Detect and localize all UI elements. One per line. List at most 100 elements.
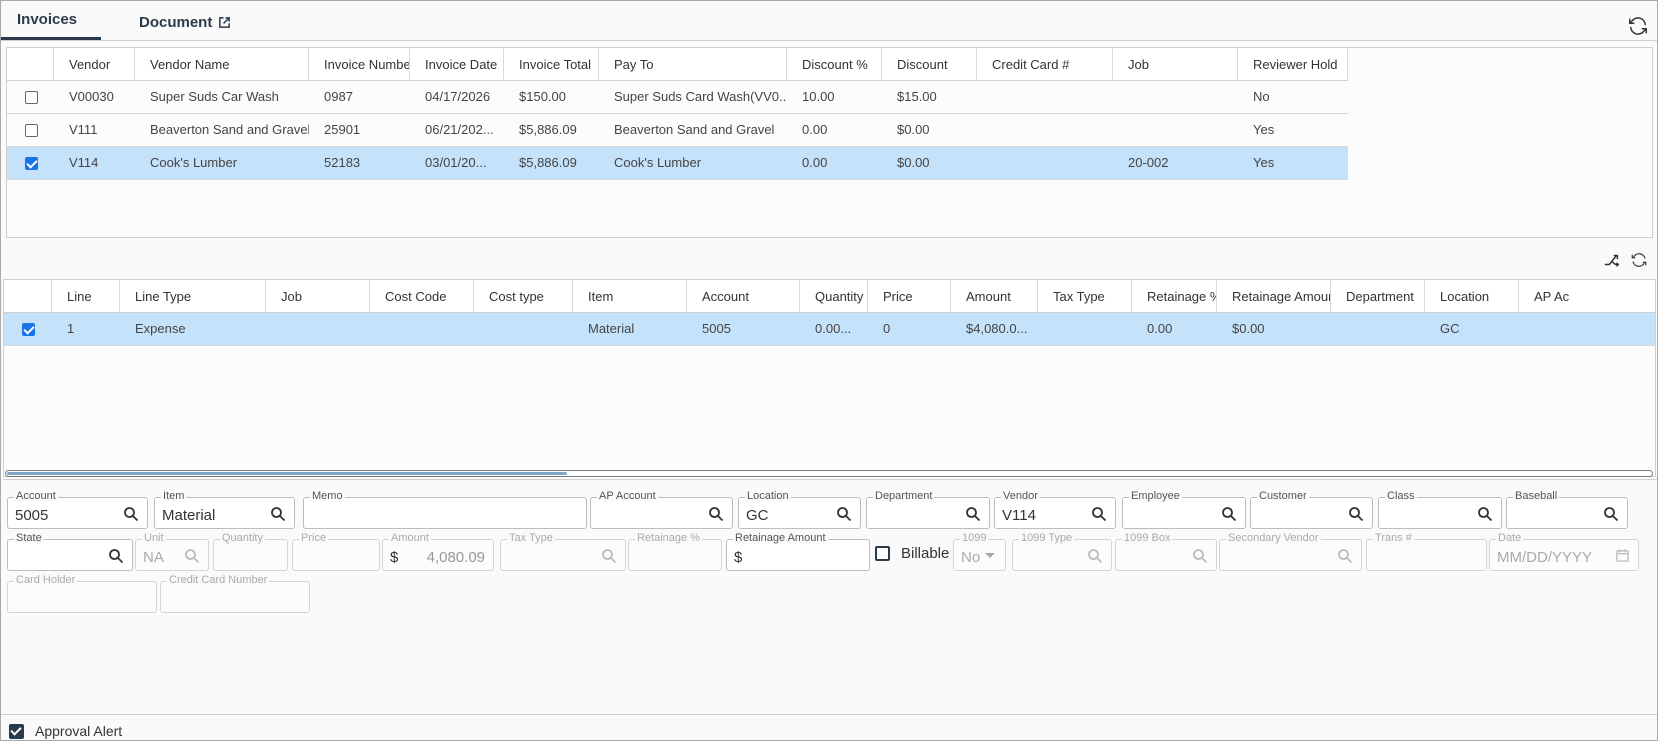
date-field[interactable]: Date MM/DD/YYYY [1489, 532, 1639, 571]
column-header[interactable]: Vendor [54, 48, 135, 81]
search-icon[interactable] [1221, 506, 1237, 525]
column-header[interactable]: Job [1113, 48, 1238, 81]
column-header[interactable]: AP Ac [1519, 280, 1655, 313]
sync-icon[interactable] [1629, 251, 1649, 272]
table-cell [977, 114, 1113, 146]
search-icon[interactable] [1087, 548, 1103, 567]
column-header[interactable]: Credit Card # [977, 48, 1113, 81]
column-header[interactable]: Line Type [120, 280, 266, 313]
department-field[interactable]: Department [866, 490, 990, 529]
column-header[interactable]: Invoice Date [410, 48, 504, 81]
price-field[interactable]: Price [292, 532, 380, 571]
f1099-box-field[interactable]: 1099 Box [1115, 532, 1217, 571]
item-field[interactable]: Item Material [154, 490, 295, 529]
billable-label: Billable [901, 545, 950, 562]
secondary-vendor-field[interactable]: Secondary Vendor [1219, 532, 1362, 571]
class-field[interactable]: Class [1378, 490, 1502, 529]
scrollbar-thumb[interactable] [7, 472, 567, 475]
column-header[interactable]: Line [52, 280, 120, 313]
search-icon[interactable] [1192, 548, 1208, 567]
vendor-field[interactable]: Vendor V114 [994, 490, 1116, 529]
tax-type-field[interactable]: Tax Type [500, 532, 626, 571]
location-field[interactable]: Location GC [738, 490, 861, 529]
search-icon[interactable] [184, 548, 200, 567]
f1099-type-field[interactable]: 1099 Type [1012, 532, 1112, 571]
state-field[interactable]: State [7, 532, 133, 571]
search-icon[interactable] [601, 548, 617, 567]
column-header[interactable]: Pay To [599, 48, 787, 81]
column-header[interactable]: Discount [882, 48, 977, 81]
table-cell: 04/17/2026 [425, 89, 491, 104]
column-header[interactable]: Cost Code [370, 280, 474, 313]
retainage-pct-field[interactable]: Retainage % [628, 532, 722, 571]
quantity-field[interactable]: Quantity [213, 532, 288, 571]
table-cell: V111 [69, 122, 98, 137]
column-header[interactable]: Retainage Amount [1217, 280, 1331, 313]
refresh-icon[interactable] [1627, 15, 1649, 40]
table-cell: Yes [1253, 155, 1275, 170]
column-header[interactable]: Price [868, 280, 951, 313]
employee-field[interactable]: Employee [1122, 490, 1246, 529]
search-icon[interactable] [123, 506, 139, 525]
row-checkbox[interactable] [22, 323, 35, 336]
unit-field-label: Unit [142, 532, 166, 544]
column-header[interactable]: Quantity [800, 280, 868, 313]
row-checkbox[interactable] [25, 91, 38, 104]
trans-field[interactable]: Trans # [1366, 532, 1487, 571]
chevron-down-icon[interactable] [985, 553, 995, 558]
date-field-placeholder: MM/DD/YYYY [1497, 549, 1593, 566]
table-row[interactable]: V111 Beaverton Sand and Gravel 25901 06/21/… [7, 114, 1348, 147]
horizontal-scrollbar[interactable] [5, 470, 1653, 477]
table-row[interactable]: 1 Expense Material 5005 0.00... 0 $4,080.0... 0… [4, 313, 1655, 346]
column-header[interactable]: Invoice Total [504, 48, 599, 81]
table-cell: 1 [67, 321, 75, 336]
customer-field[interactable]: Customer [1250, 490, 1373, 529]
column-header[interactable]: Item [573, 280, 687, 313]
line-grid-toolbar [1599, 251, 1649, 272]
search-icon[interactable] [1091, 506, 1107, 525]
search-icon[interactable] [270, 506, 286, 525]
column-header[interactable]: Discount % [787, 48, 882, 81]
retainage-amount-field[interactable]: Retainage Amount $ [726, 532, 870, 571]
column-header[interactable]: Vendor Name [135, 48, 309, 81]
split-icon[interactable] [1603, 251, 1621, 272]
column-header[interactable]: Location [1425, 280, 1519, 313]
baseball-field[interactable]: Baseball [1506, 490, 1628, 529]
column-header[interactable]: Cost type [474, 280, 573, 313]
search-icon[interactable] [1337, 548, 1353, 567]
column-header[interactable]: Tax Type [1038, 280, 1132, 313]
table-row[interactable]: V00030 Super Suds Car Wash 0987 04/17/2026 $… [7, 81, 1348, 114]
tab-invoices[interactable]: Invoices [17, 11, 77, 28]
credit-card-number-field[interactable]: Credit Card Number [160, 574, 310, 613]
calendar-icon[interactable] [1615, 548, 1630, 566]
unit-field[interactable]: Unit NA [135, 532, 209, 571]
amount-field[interactable]: Amount $4,080.09 [382, 532, 494, 571]
search-icon[interactable] [836, 506, 852, 525]
tab-document[interactable]: Document [139, 14, 231, 31]
f1099-field[interactable]: 1099 No [953, 532, 1006, 571]
search-icon[interactable] [108, 548, 124, 567]
search-icon[interactable] [1477, 506, 1493, 525]
search-icon[interactable] [1348, 506, 1364, 525]
row-checkbox[interactable] [25, 157, 38, 170]
column-header[interactable]: Retainage % [1132, 280, 1217, 313]
column-header[interactable]: Amount [951, 280, 1038, 313]
column-header[interactable]: Account [687, 280, 800, 313]
column-header[interactable]: Reviewer Hold [1238, 48, 1348, 81]
billable-box[interactable] [875, 546, 890, 561]
account-field[interactable]: Account 5005 [7, 490, 148, 529]
card-holder-field[interactable]: Card Holder [7, 574, 157, 613]
column-header[interactable]: Job [266, 280, 370, 313]
table-row[interactable]: V114 Cook's Lumber 52183 03/01/20... $5,886.… [7, 147, 1348, 180]
approval-alert-checkbox[interactable] [9, 724, 24, 739]
ap-account-field[interactable]: AP Account [590, 490, 733, 529]
column-header[interactable]: Invoice Number [309, 48, 410, 81]
price-field-label: Price [299, 532, 329, 544]
table-cell [977, 81, 1113, 113]
column-header[interactable]: Department [1331, 280, 1425, 313]
row-checkbox[interactable] [25, 124, 38, 137]
search-icon[interactable] [708, 506, 724, 525]
search-icon[interactable] [965, 506, 981, 525]
search-icon[interactable] [1603, 506, 1619, 525]
memo-field[interactable]: Memo [303, 490, 587, 529]
